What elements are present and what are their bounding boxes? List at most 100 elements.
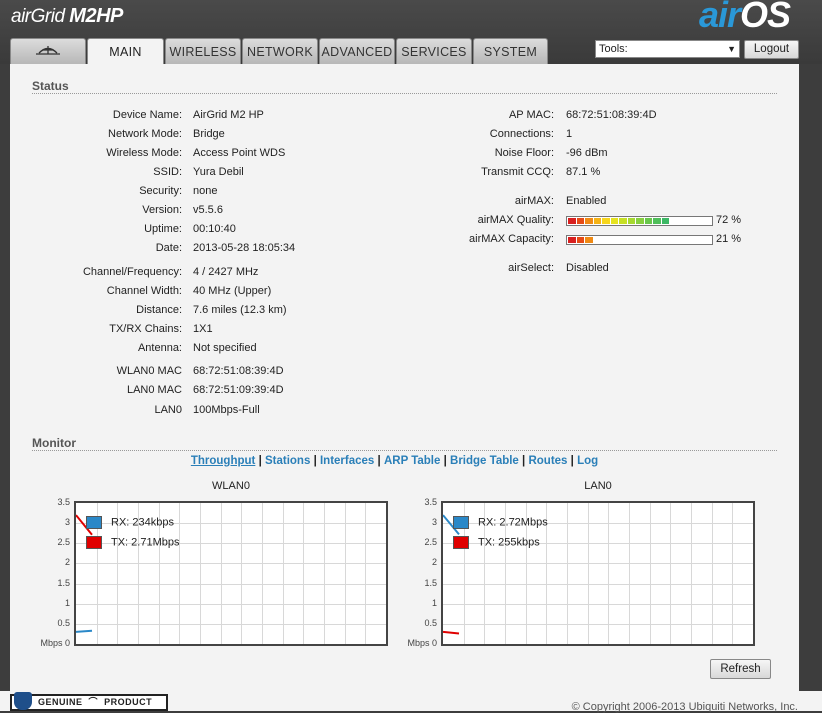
bar-segment <box>593 218 601 224</box>
y-tick-label: 3.5 <box>57 497 70 507</box>
status-value: none <box>193 185 218 197</box>
status-label: Connections: <box>489 128 554 140</box>
status-value: 72 % <box>716 214 742 226</box>
tools-select-value: Tools: <box>599 43 628 55</box>
status-label: Channel/Frequency: <box>82 266 182 278</box>
link-separator: | <box>570 455 574 467</box>
tab-network[interactable]: NETWORK <box>242 38 318 64</box>
rx-swatch <box>86 516 102 529</box>
monitor-link-bridge-table[interactable]: Bridge Table <box>450 455 519 467</box>
monitor-link-routes[interactable]: Routes <box>528 455 567 467</box>
status-label: Network Mode: <box>108 128 182 140</box>
status-label: Wireless Mode: <box>106 147 182 159</box>
status-value: 00:10:40 <box>193 223 236 235</box>
y-tick-label: 1.5 <box>57 577 70 588</box>
link-separator: | <box>258 455 262 467</box>
tab-main[interactable]: MAIN <box>87 38 164 66</box>
status-value: AirGrid M2 HP <box>193 109 264 121</box>
ubiquiti-logo-icon <box>36 46 60 55</box>
status-value: 1 <box>566 128 573 140</box>
status-label: Uptime: <box>144 223 182 235</box>
tab-ubiquiti-logo[interactable] <box>10 38 86 64</box>
monitor-link-arp-table[interactable]: ARP Table <box>384 455 440 467</box>
status-value: Access Point WDS <box>193 147 286 159</box>
chevron-down-icon: ▼ <box>727 44 736 54</box>
status-value: 68:72:51:08:39:4D <box>566 109 657 121</box>
status-divider <box>32 93 777 94</box>
rx-swatch <box>453 516 469 529</box>
bar-segment <box>644 218 652 224</box>
legend-rx-label: RX: 234kbps <box>111 516 174 529</box>
status-value: -96 dBm <box>566 147 608 159</box>
refresh-button[interactable]: Refresh <box>710 659 771 679</box>
y-tick-label: 1.5 <box>424 577 437 588</box>
status-label: Version: <box>142 204 182 216</box>
y-tick-label: 0.5 <box>57 617 70 628</box>
status-label: TX/RX Chains: <box>109 323 182 335</box>
throughput-graph: RX: 2.72Mbps TX: 255kbps <box>441 501 755 646</box>
status-value: 40 MHz (Upper) <box>193 285 272 297</box>
logout-button[interactable]: Logout <box>744 40 799 59</box>
y-tick-label: 1 <box>431 597 437 608</box>
status-value: 100Mbps-Full <box>193 404 260 416</box>
status-value: 21 % <box>716 233 742 245</box>
airmax-capacity-bar <box>566 235 713 245</box>
badge-right-text: PRODUCT <box>104 697 153 707</box>
bar-segment <box>585 218 593 224</box>
bar-segment <box>576 218 584 224</box>
badge-left-text: GENUINE <box>38 697 83 707</box>
monitor-link-log[interactable]: Log <box>577 455 598 467</box>
monitor-links: Throughput | Stations | Interfaces | ARP… <box>0 455 789 467</box>
status-label: Channel Width: <box>106 285 182 297</box>
legend-tx-label: TX: 2.71Mbps <box>111 536 180 549</box>
status-label: Distance: <box>136 304 182 316</box>
status-value: Enabled <box>566 195 607 207</box>
status-label: airMAX Capacity: <box>469 233 554 245</box>
link-separator: | <box>522 455 526 467</box>
link-separator: | <box>377 455 381 467</box>
monitor-section-title: Monitor <box>32 436 76 450</box>
status-value: Disabled <box>566 262 609 274</box>
link-separator: | <box>443 455 447 467</box>
monitor-link-throughput[interactable]: Throughput <box>191 455 256 467</box>
legend-tx-label: TX: 255kbps <box>478 536 540 549</box>
legend-tx: TX: 2.71Mbps <box>86 536 179 549</box>
bar-segment <box>661 218 669 224</box>
status-value: 1X1 <box>193 323 213 335</box>
y-tick-label: 2.5 <box>424 537 437 548</box>
y-tick-label: 3 <box>431 517 437 528</box>
bar-segment <box>610 218 618 224</box>
tab-wireless[interactable]: WIRELESS <box>165 38 241 64</box>
tab-advanced[interactable]: ADVANCED <box>319 38 395 64</box>
tab-system[interactable]: SYSTEM <box>473 38 548 64</box>
status-label: AP MAC: <box>508 109 554 121</box>
status-value: 2013-05-28 18:05:34 <box>193 242 296 254</box>
status-label: Noise Floor: <box>494 147 554 159</box>
status-label: airMAX Quality: <box>477 214 554 226</box>
bar-segment <box>619 218 627 224</box>
tools-select[interactable]: Tools: ▼ <box>595 40 740 58</box>
status-label: Date: <box>155 242 182 254</box>
bar-segment <box>576 237 584 243</box>
status-label: LAN0 MAC <box>126 384 182 396</box>
copyright-text: © Copyright 2006-2013 Ubiquiti Networks,… <box>571 701 798 713</box>
monitor-link-stations[interactable]: Stations <box>265 455 310 467</box>
monitor-divider <box>32 450 777 451</box>
y-tick-label: Mbps 0 <box>40 638 70 648</box>
y-tick-label: 3.5 <box>424 497 437 507</box>
legend-tx: TX: 255kbps <box>453 536 540 549</box>
y-tick-label: 1 <box>64 597 70 608</box>
status-value: Bridge <box>193 128 225 140</box>
status-section-title: Status <box>32 79 69 93</box>
monitor-link-interfaces[interactable]: Interfaces <box>320 455 374 467</box>
legend-rx-label: RX: 2.72Mbps <box>478 516 548 529</box>
status-label: airSelect: <box>508 262 554 274</box>
bar-segment <box>585 237 593 243</box>
legend-rx: RX: 2.72Mbps <box>453 516 548 529</box>
shield-icon <box>14 692 32 710</box>
status-label: SSID: <box>153 166 182 178</box>
tab-services[interactable]: SERVICES <box>396 38 472 64</box>
device-brand: airGrid M2HP <box>11 5 123 28</box>
status-value: 87.1 % <box>566 166 601 178</box>
graph-title: LAN0 <box>584 480 612 492</box>
